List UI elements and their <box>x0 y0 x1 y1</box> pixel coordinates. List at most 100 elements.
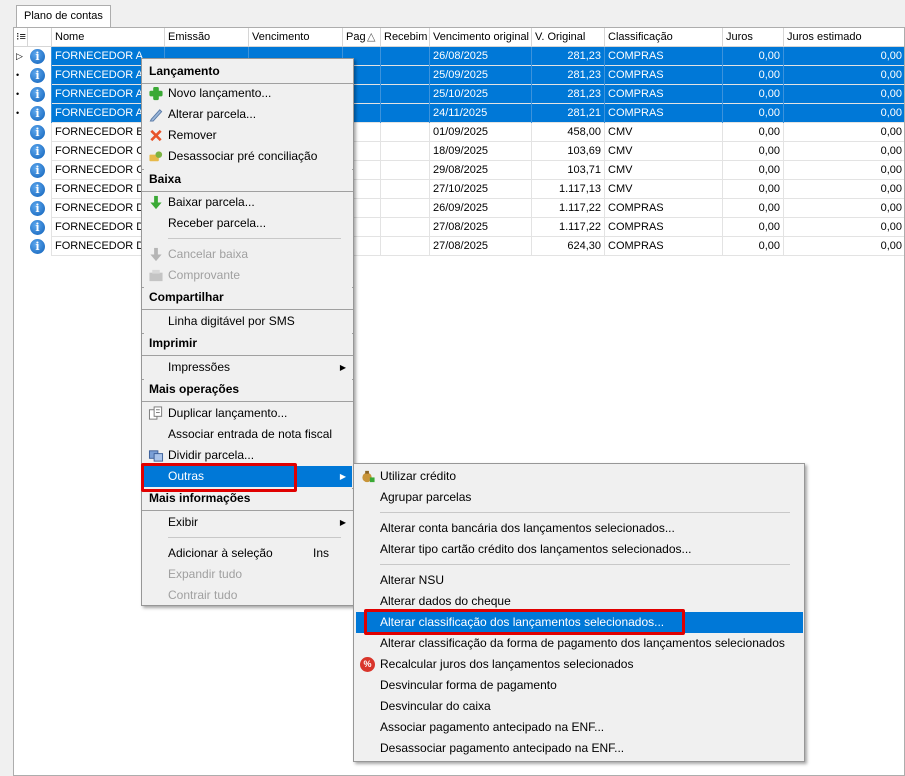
menu-associar-pagamento-enf[interactable]: Associar pagamento antecipado na ENF... <box>356 717 803 738</box>
table-cell-venc-orig: 27/08/2025 <box>430 237 532 256</box>
row-indicator[interactable]: i <box>14 237 52 256</box>
menu-alterar-classificacao-forma-pagamento[interactable]: Alterar classificação da forma de pagame… <box>356 633 803 654</box>
info-icon: i <box>30 220 45 235</box>
menu-alterar-tipo-cartao[interactable]: Alterar tipo cartão crédito dos lançamen… <box>356 539 803 560</box>
gray-down-arrow-icon <box>150 247 162 262</box>
table-cell-juros-est: 0,00 <box>784 123 904 142</box>
header-juros-estimado[interactable]: Juros estimado <box>784 28 904 47</box>
table-cell-v-original: 1.117,22 <box>532 218 605 237</box>
header-juros[interactable]: Juros <box>723 28 784 47</box>
table-cell-juros-est: 0,00 <box>784 218 904 237</box>
row-indicator[interactable]: i <box>14 199 52 218</box>
tab-plano-de-contas[interactable]: Plano de contas <box>16 5 111 27</box>
menu-alterar-nsu[interactable]: Alterar NSU <box>356 570 803 591</box>
table-cell-classificacao: COMPRAS <box>605 47 723 66</box>
percent-icon: % <box>360 657 375 672</box>
menu-impressoes[interactable]: Impressões ▶ <box>144 357 352 378</box>
section-baixa: Baixa <box>144 169 352 190</box>
menu-associar-nota-fiscal[interactable]: Associar entrada de nota fiscal <box>144 424 352 445</box>
header-v-original[interactable]: V. Original <box>532 28 605 47</box>
row-indicator[interactable]: • i <box>14 104 52 123</box>
table-cell-juros-est: 0,00 <box>784 180 904 199</box>
table-cell-v-original: 624,30 <box>532 237 605 256</box>
table-cell-v-original: 281,21 <box>532 104 605 123</box>
table-cell <box>381 47 430 66</box>
info-icon: i <box>30 49 45 64</box>
row-indicator[interactable]: i <box>14 161 52 180</box>
menu-utilizar-credito[interactable]: Utilizar crédito <box>356 466 803 487</box>
submenu-arrow-icon: ▶ <box>339 472 346 481</box>
menu-recalcular-juros[interactable]: % Recalcular juros dos lançamentos selec… <box>356 654 803 675</box>
menu-agrupar-parcelas[interactable]: Agrupar parcelas <box>356 487 803 508</box>
menu-adicionar-selecao[interactable]: Adicionar à seleção Ins <box>144 543 352 564</box>
column-chooser-icon[interactable]: ⁝≡ <box>14 28 28 47</box>
header-nome[interactable]: Nome <box>52 28 165 47</box>
green-down-arrow-icon <box>150 195 162 210</box>
section-divider <box>142 355 353 356</box>
table-cell-venc-orig: 01/09/2025 <box>430 123 532 142</box>
row-indicator[interactable]: • i <box>14 85 52 104</box>
table-cell <box>381 180 430 199</box>
menu-cancelar-baixa: Cancelar baixa <box>144 244 352 265</box>
menu-exibir[interactable]: Exibir ▶ <box>144 512 352 533</box>
table-cell-classificacao: COMPRAS <box>605 66 723 85</box>
table-cell-venc-orig: 27/08/2025 <box>430 218 532 237</box>
header-vencimento[interactable]: Vencimento <box>249 28 343 47</box>
info-icon: i <box>30 68 45 83</box>
menu-linha-digitavel-sms[interactable]: Linha digitável por SMS <box>144 311 352 332</box>
table-cell-v-original: 281,23 <box>532 85 605 104</box>
menu-separator <box>168 537 341 538</box>
receipt-icon <box>149 269 163 282</box>
table-cell-venc-orig: 25/10/2025 <box>430 85 532 104</box>
table-cell <box>381 123 430 142</box>
header-icon-col <box>28 28 52 47</box>
selected-row-dot-icon: • <box>16 108 20 118</box>
table-cell-juros: 0,00 <box>723 123 784 142</box>
row-indicator[interactable]: • i <box>14 66 52 85</box>
table-cell-v-original: 103,69 <box>532 142 605 161</box>
highlight-box-outras <box>141 463 297 492</box>
row-indicator[interactable]: i <box>14 123 52 142</box>
section-compartilhar: Compartilhar <box>144 287 352 308</box>
header-pag[interactable]: Pag △ <box>343 28 381 47</box>
menu-desassociar-pagamento-enf[interactable]: Desassociar pagamento antecipado na ENF.… <box>356 738 803 759</box>
menu-contrair-tudo: Contrair tudo <box>168 588 238 602</box>
header-classificacao[interactable]: Classificação <box>605 28 723 47</box>
header-emissao[interactable]: Emissão <box>165 28 249 47</box>
table-cell-juros: 0,00 <box>723 142 784 161</box>
table-cell <box>381 85 430 104</box>
menu-novo-lancamento[interactable]: Novo lançamento... <box>144 83 352 104</box>
header-vencimento-original[interactable]: Vencimento original <box>430 28 532 47</box>
context-menu: Lançamento Novo lançamento... Alterar pa… <box>141 58 354 606</box>
table-cell-juros: 0,00 <box>723 47 784 66</box>
menu-alterar-conta-bancaria[interactable]: Alterar conta bancária dos lançamentos s… <box>356 518 803 539</box>
menu-desvincular-forma-pagamento[interactable]: Desvincular forma de pagamento <box>356 675 803 696</box>
table-cell-juros-est: 0,00 <box>784 66 904 85</box>
table-cell-venc-orig: 26/09/2025 <box>430 199 532 218</box>
menu-baixar-parcela[interactable]: Baixar parcela... <box>144 192 352 213</box>
menu-desassociar-pre-conciliacao[interactable]: Desassociar pré conciliação <box>144 146 352 167</box>
menu-alterar-parcela[interactable]: Alterar parcela... <box>144 104 352 125</box>
menu-remover[interactable]: Remover <box>144 125 352 146</box>
row-indicator[interactable]: ▷ i <box>14 47 52 66</box>
row-indicator[interactable]: i <box>14 180 52 199</box>
duplicate-icon <box>148 406 163 420</box>
shortcut-ins: Ins <box>313 546 330 560</box>
menu-separator <box>380 512 790 513</box>
header-recebimento[interactable]: Recebim <box>381 28 430 47</box>
table-cell-v-original: 458,00 <box>532 123 605 142</box>
menu-desvincular-caixa[interactable]: Desvincular do caixa <box>356 696 803 717</box>
unlink-icon <box>149 151 163 162</box>
menu-receber-parcela[interactable]: Receber parcela... <box>144 213 352 234</box>
table-cell <box>381 218 430 237</box>
table-cell-juros: 0,00 <box>723 237 784 256</box>
row-indicator[interactable]: i <box>14 218 52 237</box>
section-divider <box>142 309 353 310</box>
section-lancamento: Lançamento <box>144 61 352 82</box>
info-icon: i <box>30 125 45 140</box>
table-cell-juros: 0,00 <box>723 180 784 199</box>
table-cell-juros: 0,00 <box>723 218 784 237</box>
menu-duplicar-lancamento[interactable]: Duplicar lançamento... <box>144 403 352 424</box>
row-indicator[interactable]: i <box>14 142 52 161</box>
table-cell-venc-orig: 29/08/2025 <box>430 161 532 180</box>
